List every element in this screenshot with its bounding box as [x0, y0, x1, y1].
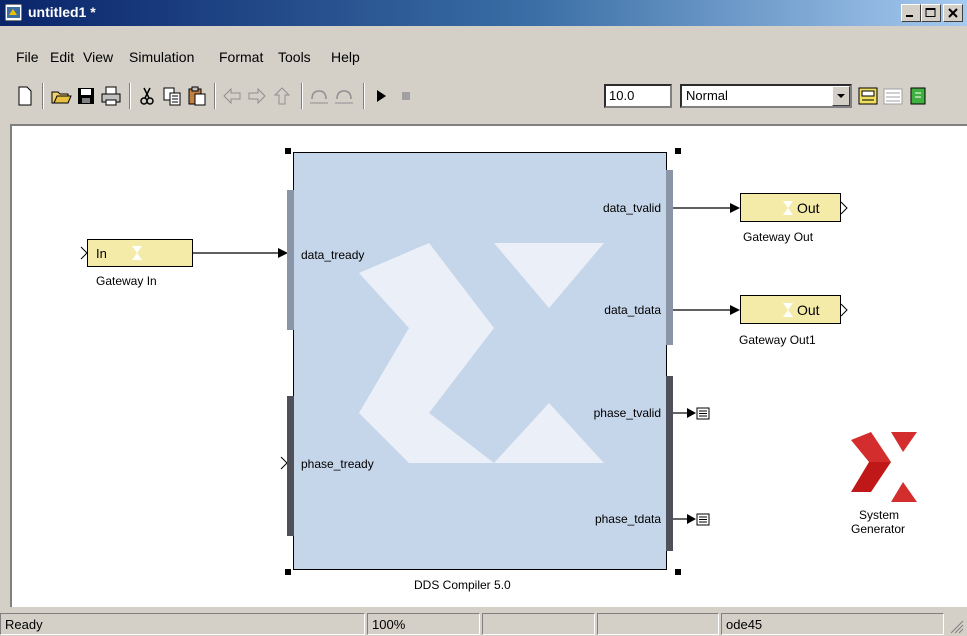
input-port-group-bar	[287, 190, 294, 330]
gateway-out-block[interactable]: Out	[740, 193, 841, 222]
port-phase-tvalid: phase_tvalid	[593, 406, 661, 420]
simulation-mode-value: Normal	[686, 88, 728, 103]
resize-grip-icon[interactable]	[948, 618, 964, 634]
gateway-in-label: Gateway In	[96, 274, 157, 288]
simulation-mode-select[interactable]: Normal	[680, 84, 852, 108]
selection-handle[interactable]	[285, 148, 291, 154]
menu-bar: File Edit View Simulation Format Tools H…	[0, 26, 967, 68]
up-arrow-icon[interactable]	[271, 85, 293, 107]
model-canvas[interactable]: In Gateway In data_tready phase_tready d…	[10, 124, 967, 607]
close-icon	[948, 8, 958, 18]
stop-icon[interactable]	[395, 85, 417, 107]
undo-icon[interactable]	[308, 85, 330, 107]
open-folder-icon[interactable]	[50, 85, 72, 107]
port-data-tvalid: data_tvalid	[602, 201, 661, 215]
selection-handle[interactable]	[285, 569, 291, 575]
gateway-out-label: Gateway Out	[743, 230, 814, 244]
gateway-out1-text: Out	[797, 302, 820, 318]
sysgen-logo-icon	[132, 246, 142, 260]
stop-time-input[interactable]: 10.0	[604, 84, 672, 108]
maximize-icon	[925, 8, 936, 17]
maximize-button[interactable]	[921, 4, 941, 22]
output-port-group-bar	[666, 170, 673, 345]
port-data-tready: data_tready	[301, 248, 365, 262]
menu-help[interactable]: Help	[331, 49, 360, 65]
menu-file[interactable]: File	[16, 49, 39, 65]
dropdown-arrow-button[interactable]	[832, 86, 850, 106]
play-icon[interactable]	[370, 85, 392, 107]
gateway-out-text: Out	[797, 200, 820, 216]
port-phase-tready: phase_tready	[301, 457, 374, 471]
menu-format[interactable]: Format	[219, 49, 263, 65]
simulink-model-icon	[5, 4, 22, 21]
model-browser-icon[interactable]	[857, 85, 879, 107]
gateway-in-text: In	[96, 246, 107, 261]
toolbar-separator	[301, 83, 303, 109]
gateway-out1-block[interactable]: Out	[740, 295, 841, 324]
sysgen-label-line1: System	[859, 508, 900, 522]
system-generator-block[interactable]: System Generator	[837, 426, 937, 546]
terminator-icon[interactable]	[696, 407, 710, 420]
menu-view[interactable]: View	[83, 49, 113, 65]
menu-tools[interactable]: Tools	[278, 49, 311, 65]
toolbar-separator	[214, 83, 216, 109]
input-port-group-bar	[287, 396, 294, 536]
sysgen-label-line2: Generator	[851, 522, 906, 536]
toolbar-separator	[42, 83, 44, 109]
selection-handle[interactable]	[675, 569, 681, 575]
gateway-in-block[interactable]: In	[87, 239, 193, 267]
selection-handle[interactable]	[675, 148, 681, 154]
port-data-tdata: data_tdata	[604, 303, 661, 317]
save-icon[interactable]	[75, 85, 97, 107]
window-title: untitled1 *	[28, 4, 96, 20]
port-phase-tdata: phase_tdata	[594, 512, 661, 526]
status-ready: Ready	[0, 613, 365, 635]
status-zoom: 100%	[367, 613, 480, 635]
toolbar-separator	[129, 83, 131, 109]
forward-arrow-icon[interactable]	[246, 85, 268, 107]
update-diagram-icon[interactable]	[907, 85, 929, 107]
close-button[interactable]	[943, 4, 963, 22]
menu-edit[interactable]: Edit	[50, 49, 74, 65]
xilinx-watermark-logo	[359, 243, 604, 463]
status-bar: Ready 100% ode45	[0, 610, 967, 636]
status-empty-1	[482, 613, 595, 635]
status-solver: ode45	[721, 613, 944, 635]
print-icon[interactable]	[100, 85, 122, 107]
paste-icon[interactable]	[186, 85, 208, 107]
title-bar: untitled1 *	[0, 0, 967, 26]
gateway-out1-label: Gateway Out1	[739, 333, 816, 347]
library-browser-icon[interactable]	[882, 85, 904, 107]
sysgen-logo-icon	[783, 303, 793, 317]
chevron-down-icon	[837, 94, 845, 98]
cut-icon[interactable]	[136, 85, 158, 107]
minimize-icon	[906, 15, 913, 17]
output-port-group-bar	[666, 376, 673, 551]
dds-compiler-block[interactable]: data_tready phase_tready data_tvalid dat…	[293, 152, 667, 570]
redo-icon[interactable]	[333, 85, 355, 107]
sysgen-logo-icon	[783, 201, 793, 215]
terminator-icon[interactable]	[696, 513, 710, 526]
xilinx-logo-icon	[851, 432, 917, 502]
minimize-button[interactable]	[901, 4, 921, 22]
toolbar-separator	[363, 83, 365, 109]
copy-icon[interactable]	[161, 85, 183, 107]
back-arrow-icon[interactable]	[221, 85, 243, 107]
menu-simulation[interactable]: Simulation	[129, 49, 194, 65]
status-empty-2	[597, 613, 719, 635]
new-model-icon[interactable]	[14, 85, 36, 107]
dds-compiler-label: DDS Compiler 5.0	[414, 578, 511, 592]
